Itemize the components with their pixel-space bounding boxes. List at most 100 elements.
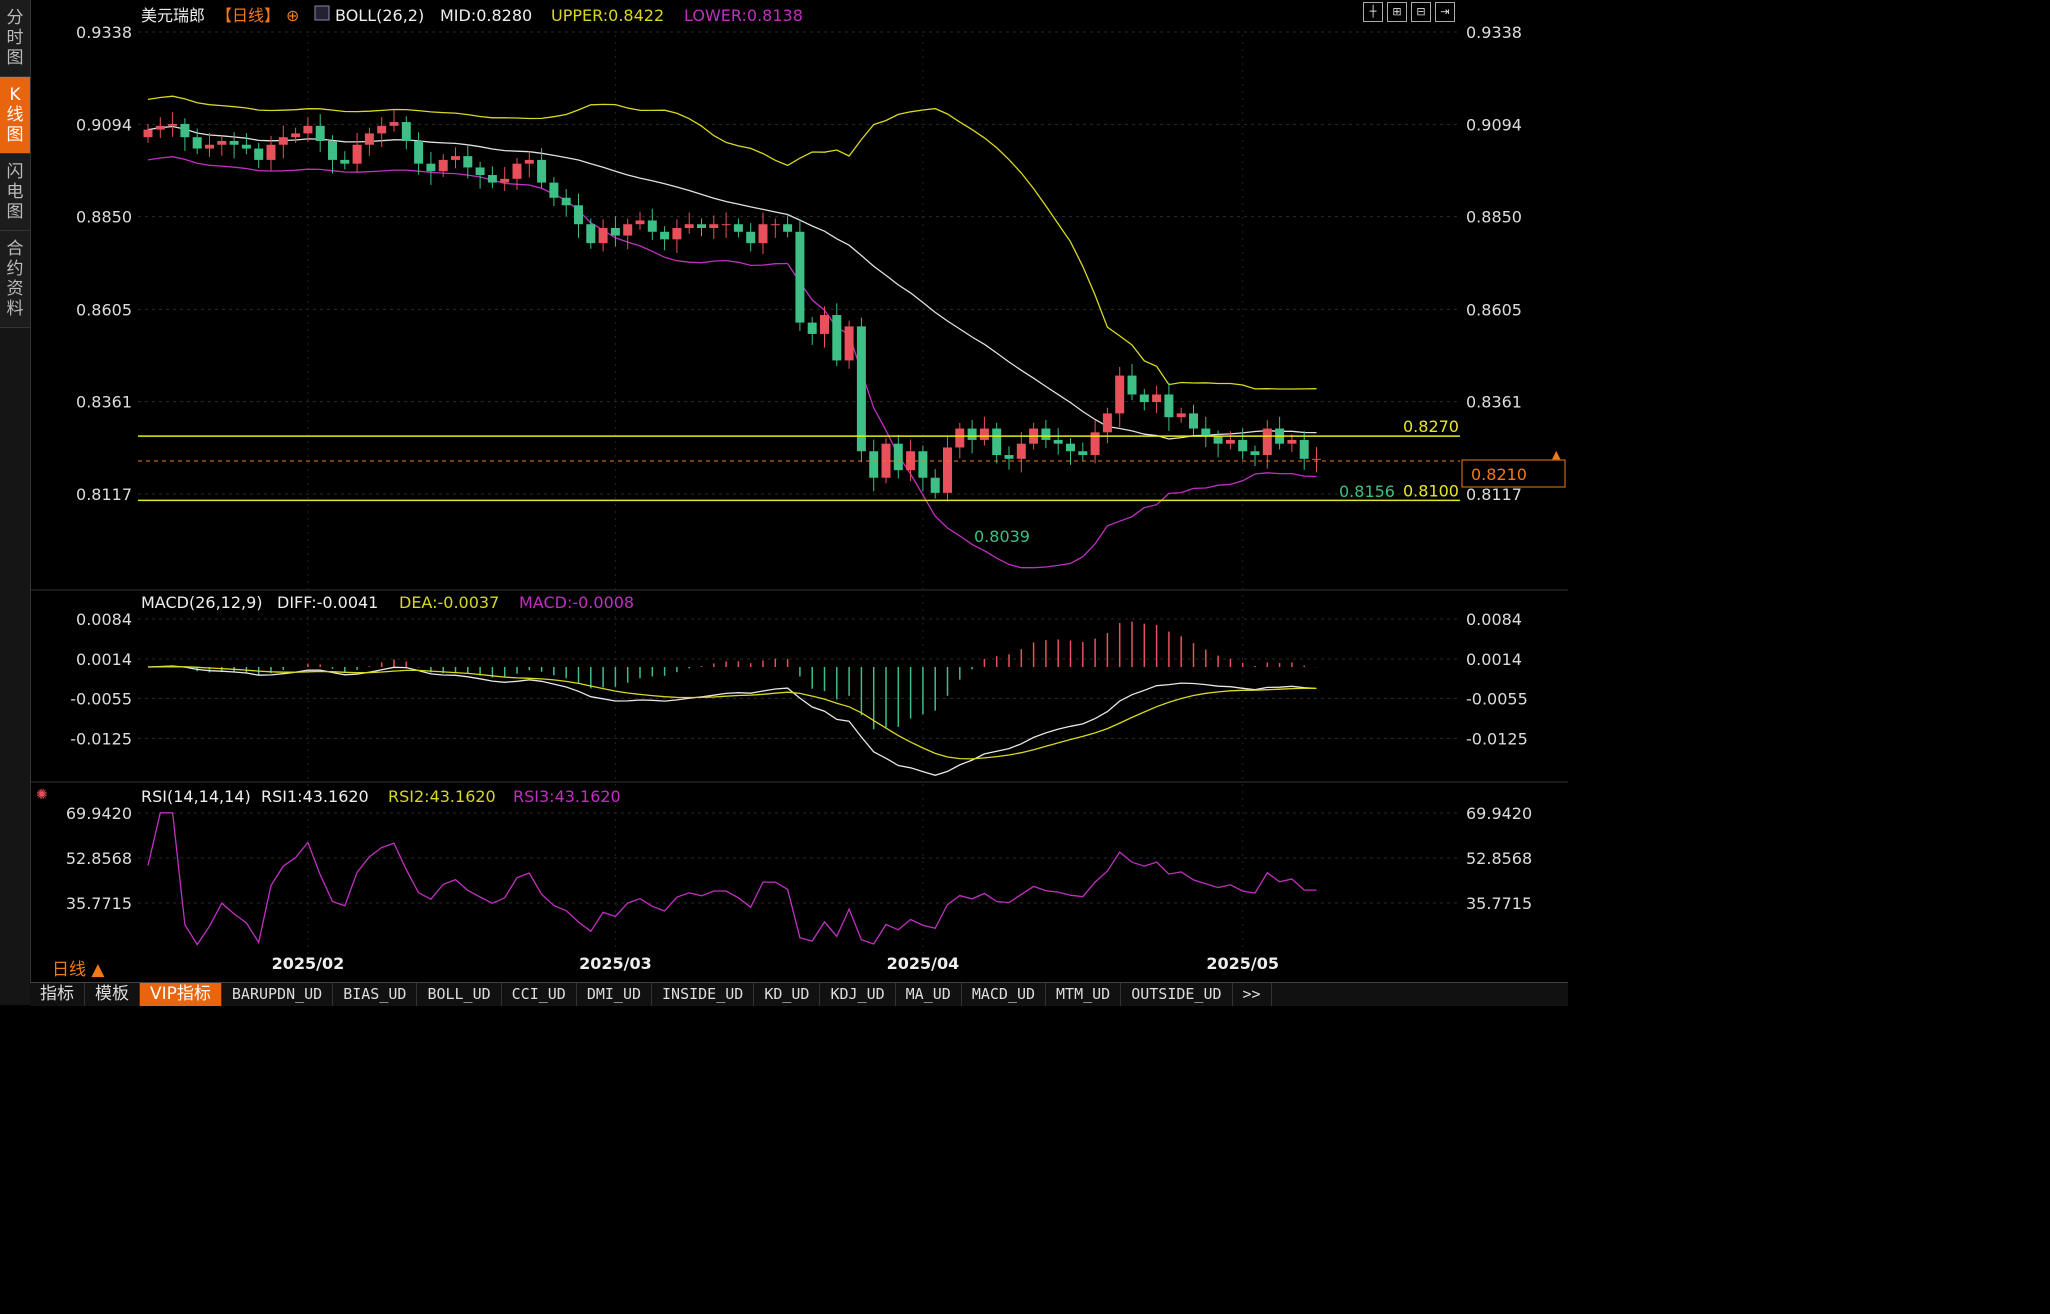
- date-axis: 2025/02 2025/03 2025/04 2025/05: [272, 954, 1279, 973]
- candle-body: [783, 224, 793, 232]
- candle-body: [217, 140, 227, 145]
- candle-body: [610, 228, 620, 236]
- indicator-tab[interactable]: BIAS_UD: [333, 983, 418, 1006]
- date-label: 2025/05: [1206, 954, 1279, 973]
- macd-diff: DIFF:-0.0041: [277, 593, 378, 612]
- indicator-tab[interactable]: INSIDE_UD: [652, 983, 755, 1006]
- indicator-tab[interactable]: OUTSIDE_UD: [1121, 983, 1233, 1006]
- indicator-tab[interactable]: MA_UD: [896, 983, 962, 1006]
- candle-body: [340, 159, 350, 164]
- macd-tick-left: -0.0125: [70, 729, 132, 748]
- last-low-annotation: 0.8156: [1339, 482, 1395, 501]
- candle-body: [291, 133, 301, 138]
- candle-body: [893, 443, 903, 471]
- candle-body: [1041, 428, 1051, 440]
- candle-body: [869, 451, 879, 478]
- candle-body: [549, 182, 559, 198]
- candle-body: [697, 224, 706, 228]
- tab-timeshare[interactable]: 分 时 图: [0, 0, 30, 77]
- zoom-out-icon[interactable]: ⊟: [1411, 2, 1431, 22]
- tab-kline[interactable]: K 线 图: [0, 77, 30, 154]
- price-tick-left: 0.8361: [76, 393, 132, 412]
- indicator-tab[interactable]: CCI_UD: [502, 983, 577, 1006]
- rsi-tick-left: 52.8568: [66, 849, 132, 868]
- tab-flash[interactable]: 闪 电 图: [0, 154, 30, 231]
- caret-up-icon: ▲: [91, 960, 105, 980]
- date-label: 2025/03: [579, 954, 652, 973]
- price-tick-right: 0.8361: [1466, 393, 1522, 412]
- crosshair-icon[interactable]: ┼: [1363, 2, 1383, 22]
- macd-axis: 0.0084 0.0084 0.0014 0.0014 -0.0055 -0.0055 -0…: [70, 610, 1528, 748]
- indicator-tab[interactable]: 模板: [85, 983, 140, 1006]
- candle-body: [635, 220, 645, 225]
- indicator-tab[interactable]: BOLL_UD: [417, 983, 502, 1006]
- period-selector[interactable]: 日线 ▲: [52, 955, 104, 980]
- tab-kline-label: K 线 图: [6, 85, 24, 145]
- level-label: 0.8100: [1403, 481, 1459, 500]
- candle-body: [401, 122, 411, 141]
- candle-body: [1115, 375, 1125, 414]
- indicator-tab[interactable]: MACD_UD: [962, 983, 1047, 1006]
- candle-body: [1238, 439, 1248, 452]
- candle-body: [758, 224, 768, 244]
- indicator-tab[interactable]: >>: [1233, 983, 1272, 1006]
- price-tick-left: 0.9094: [76, 115, 132, 134]
- candle-body: [795, 231, 805, 323]
- macd-tick-right: -0.0055: [1466, 689, 1528, 708]
- rsi-plot: [147, 812, 1317, 946]
- indicator-tab[interactable]: KD_UD: [754, 983, 821, 1006]
- boll-lower: LOWER:0.8138: [684, 6, 803, 25]
- rsi3-value: RSI3:43.1620: [513, 787, 621, 806]
- indicator-tab[interactable]: 指标: [30, 983, 85, 1006]
- boll-indicator-icon[interactable]: [314, 5, 330, 21]
- zoom-in-icon[interactable]: ⊞: [1387, 2, 1407, 22]
- indicator-tab[interactable]: BARUPDN_UD: [222, 983, 334, 1006]
- chart-canvas[interactable]: 美元瑞郎 【日线】 ⊕ BOLL(26,2) MID:0.8280 UPPER:…: [30, 0, 1568, 982]
- candle-body: [1078, 451, 1088, 456]
- boll-mid: MID:0.8280: [440, 6, 532, 25]
- candle-body: [352, 144, 362, 164]
- candle-body: [561, 197, 571, 206]
- candle-body: [168, 123, 178, 126]
- rsi-axis: 69.9420 69.9420 52.8568 52.8568 35.7715 35.77…: [66, 804, 1532, 913]
- low-annotation: 0.8039: [974, 527, 1030, 546]
- candle-body: [487, 175, 497, 183]
- candle-body: [143, 129, 153, 138]
- tab-contract-info[interactable]: 合 约 资 料: [0, 231, 30, 328]
- boll-lower-line: [147, 156, 1317, 569]
- indicator-tab[interactable]: DMI_UD: [577, 983, 653, 1006]
- candle-body: [1213, 436, 1223, 444]
- candle-body: [1139, 394, 1149, 403]
- indicator-tab[interactable]: MTM_UD: [1046, 983, 1122, 1006]
- macd-label: MACD(26,12,9): [141, 593, 263, 612]
- candle-body: [979, 428, 989, 440]
- candle-body: [770, 224, 780, 226]
- candle-body: [155, 125, 165, 130]
- candle-body: [992, 428, 1002, 456]
- price-tick-right: 0.8117: [1466, 485, 1522, 504]
- candle-body: [1312, 458, 1321, 460]
- rsi-tick-right: 35.7715: [1466, 894, 1532, 913]
- indicator-tab[interactable]: VIP指标: [140, 983, 222, 1006]
- rsi-tick-right: 69.9420: [1466, 804, 1532, 823]
- candle-body: [278, 137, 288, 145]
- price-tick-left: 0.8605: [76, 300, 132, 319]
- macd-tick-right: -0.0125: [1466, 729, 1528, 748]
- settings-icon[interactable]: ⊕: [286, 6, 299, 25]
- rsi-sun-icon[interactable]: ✺: [36, 787, 48, 803]
- rsi-label: RSI(14,14,14): [141, 787, 251, 806]
- indicator-tab[interactable]: KDJ_UD: [820, 983, 896, 1006]
- boll-upper: UPPER:0.8422: [551, 6, 664, 25]
- scroll-end-icon[interactable]: ⇥: [1435, 2, 1455, 22]
- candle-body: [918, 451, 928, 478]
- candle-body: [930, 477, 940, 493]
- candle-body: [807, 322, 817, 334]
- rsi-line: [147, 812, 1317, 946]
- price-tick-left: 0.8117: [76, 485, 132, 504]
- candle-body: [1299, 439, 1309, 459]
- candle-body: [721, 224, 731, 226]
- macd-tick-right: 0.0014: [1466, 650, 1522, 669]
- candle-body: [967, 428, 977, 440]
- candle-body: [205, 144, 214, 149]
- sidebar: 分 时 图 K 线 图 闪 电 图 合 约 资 料: [0, 0, 31, 1005]
